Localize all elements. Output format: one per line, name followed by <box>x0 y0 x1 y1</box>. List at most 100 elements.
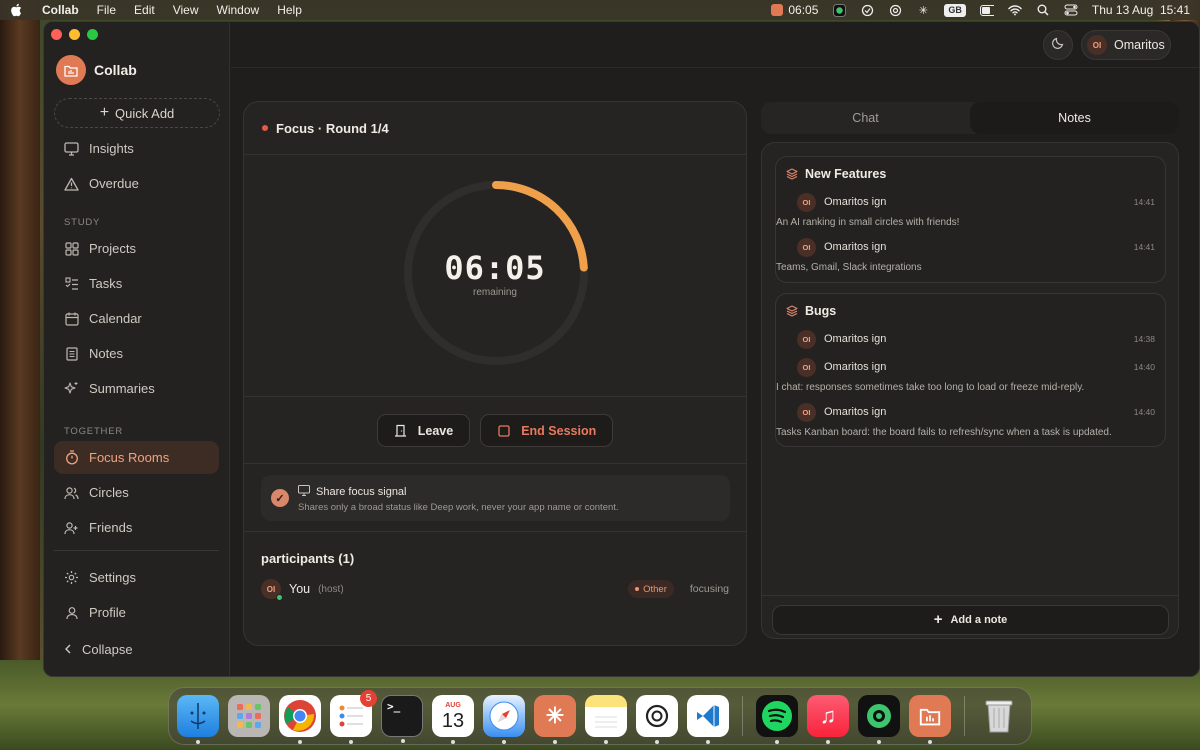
note-group-new-features: New Features OI Omaritos ign 14:41 An AI… <box>775 156 1166 283</box>
sidebar-item-label: Friends <box>89 520 133 535</box>
note-entry[interactable]: OI Omaritos ign 14:38 <box>797 329 1155 349</box>
participant-status-tag: Other <box>628 580 674 598</box>
calendar-app-icon[interactable]: AUG 13 <box>432 695 474 744</box>
terminal-icon[interactable]: >_ <box>381 695 423 743</box>
sidebar-item-focus-rooms[interactable]: Focus Rooms <box>54 441 219 474</box>
participants-title: participants (1) <box>261 551 355 566</box>
note-group-bugs: Bugs OI Omaritos ign 14:38 OI Omaritos i… <box>775 293 1166 447</box>
note-entry[interactable]: OI Omaritos ign 14:40 Tasks Kanban board… <box>776 402 1155 438</box>
minimize-window-button[interactable] <box>69 29 80 40</box>
notes-icon <box>64 346 79 361</box>
spotify-icon[interactable] <box>756 695 798 744</box>
claude-icon[interactable]: ✳ <box>534 695 576 744</box>
input-source-badge[interactable]: GB <box>944 3 966 17</box>
sidebar-item-insights[interactable]: Insights <box>54 132 219 165</box>
note-time: 14:41 <box>1133 242 1155 252</box>
vscode-icon[interactable] <box>687 695 729 744</box>
running-indicator <box>401 739 405 743</box>
reminders-badge: 5 <box>360 690 377 707</box>
participant-role: (host) <box>318 583 344 595</box>
add-note-label: Add a note <box>950 614 1008 626</box>
zoom-window-button[interactable] <box>87 29 98 40</box>
sidebar-item-notes[interactable]: Notes <box>54 337 219 370</box>
sidebar-item-circles[interactable]: Circles <box>54 476 219 509</box>
chrome-icon[interactable] <box>279 695 321 744</box>
apple-icon[interactable] <box>10 3 24 17</box>
leave-button[interactable]: Leave <box>376 414 471 447</box>
focus-title: Focus · Round 1/4 <box>276 120 389 136</box>
control-center-icon[interactable] <box>1064 4 1078 17</box>
share-title: Share focus signal <box>316 486 407 498</box>
share-focus-signal-toggle[interactable]: ✓ Share focus signal Shares only a broad… <box>261 475 730 521</box>
finder-icon[interactable] <box>177 695 219 744</box>
note-entry[interactable]: OI Omaritos ign 14:40 I chat: responses … <box>776 357 1155 393</box>
add-note-button[interactable]: + Add a note <box>772 605 1169 635</box>
note-author: Omaritos ign <box>824 196 887 208</box>
menu-help[interactable]: Help <box>277 3 302 17</box>
collab-app-icon[interactable] <box>909 695 951 744</box>
brand[interactable]: Collab <box>56 55 137 85</box>
note-entry[interactable]: OI Omaritos ign 14:41 An AI ranking in s… <box>776 192 1155 228</box>
sidebar-item-friends[interactable]: Friends <box>54 511 219 544</box>
sidebar-item-settings[interactable]: Settings <box>54 561 219 594</box>
user-menu-button[interactable]: OI Omaritos <box>1081 30 1171 60</box>
calendar-day: 13 <box>441 709 465 732</box>
wifi-icon[interactable] <box>1008 4 1022 17</box>
focus-header: Focus · Round 1/4 <box>244 102 746 155</box>
checkmark-icon[interactable]: ✓ <box>271 489 289 507</box>
profile-icon <box>64 605 79 620</box>
gear-icon <box>64 570 79 585</box>
menu-view[interactable]: View <box>173 3 199 17</box>
openai-icon[interactable] <box>888 4 902 17</box>
menu-edit[interactable]: Edit <box>134 3 155 17</box>
tab-chat[interactable]: Chat <box>761 102 970 134</box>
close-window-button[interactable] <box>51 29 62 40</box>
quick-add-button[interactable]: + Quick Add <box>54 98 220 128</box>
sidebar-item-overdue[interactable]: Overdue <box>54 167 219 200</box>
avatar: OI <box>797 192 816 212</box>
menu-window[interactable]: Window <box>217 3 260 17</box>
notes-app-icon[interactable] <box>585 695 627 744</box>
chatgpt-icon[interactable] <box>636 695 678 744</box>
status-app-icon[interactable] <box>832 3 846 17</box>
end-session-button[interactable]: End Session <box>480 414 614 447</box>
running-indicator <box>928 740 932 744</box>
sync-icon[interactable] <box>860 4 874 17</box>
theme-toggle-button[interactable] <box>1043 30 1073 60</box>
running-indicator <box>826 740 830 744</box>
divider <box>244 531 746 532</box>
quick-add-label: Quick Add <box>115 105 175 121</box>
running-indicator <box>349 740 353 744</box>
sparkle-icon <box>64 381 79 396</box>
collapse-sidebar-button[interactable]: Collapse <box>64 642 133 657</box>
sidebar-item-projects[interactable]: Projects <box>54 232 219 265</box>
sidebar-item-summaries[interactable]: Summaries <box>54 372 219 405</box>
section-label-study: STUDY <box>64 216 101 228</box>
camera-app-icon[interactable] <box>858 695 900 744</box>
sidebar-item-calendar[interactable]: Calendar <box>54 302 219 335</box>
online-status-icon <box>276 594 283 601</box>
menu-app-name[interactable]: Collab <box>42 3 79 17</box>
launchpad-icon[interactable] <box>228 695 270 737</box>
battery-icon[interactable] <box>979 4 994 17</box>
menu-file[interactable]: File <box>97 3 116 17</box>
running-indicator <box>553 740 557 744</box>
sidebar-divider <box>54 550 219 551</box>
tab-notes[interactable]: Notes <box>970 102 1179 134</box>
note-time: 14:41 <box>1133 197 1155 207</box>
music-icon[interactable]: ♫ <box>807 695 849 744</box>
reminders-icon[interactable]: 5 <box>330 690 377 744</box>
menubar-clock[interactable]: Thu 13 Aug 15:41 <box>1092 3 1190 17</box>
sparkle-status-icon[interactable]: ✳ <box>916 4 930 17</box>
sidebar-item-profile[interactable]: Profile <box>54 596 219 629</box>
collab-logo-icon <box>56 55 86 85</box>
note-text: Tasks Kanban board: the board fails to r… <box>776 427 1112 438</box>
menubar-timer[interactable]: 06:05 <box>771 3 818 17</box>
note-entry[interactable]: OI Omaritos ign 14:41 Teams, Gmail, Slac… <box>776 237 1155 273</box>
panel-tabs: Chat Notes <box>761 102 1179 134</box>
spotlight-search-icon[interactable] <box>1036 4 1050 17</box>
collapse-label: Collapse <box>82 642 133 657</box>
safari-icon[interactable] <box>483 695 525 744</box>
sidebar-item-tasks[interactable]: Tasks <box>54 267 219 300</box>
trash-icon[interactable] <box>978 695 1020 737</box>
